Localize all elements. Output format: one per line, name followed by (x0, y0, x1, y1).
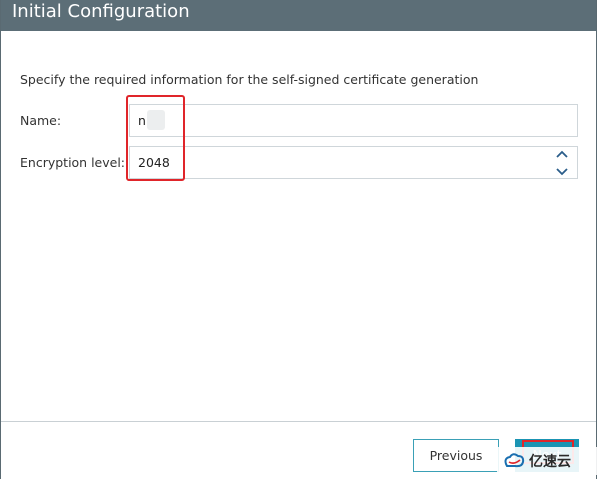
name-label: Name: (20, 113, 62, 128)
spinner-arrows (556, 150, 568, 176)
encryption-level-input[interactable]: 2048 (129, 146, 578, 179)
watermark: 亿速云 (497, 447, 597, 475)
chevron-up-icon (556, 150, 568, 158)
dialog-titlebar: Initial Configuration (1, 0, 596, 31)
chevron-down-icon (556, 168, 568, 176)
name-input[interactable]: ni (129, 104, 578, 137)
previous-button[interactable]: Previous (413, 439, 499, 472)
encryption-level-label: Encryption level: (20, 155, 126, 170)
dialog-title: Initial Configuration (12, 1, 190, 22)
footer-divider (1, 421, 596, 422)
annotation-highlight-box (126, 95, 185, 181)
cloud-logo-icon (504, 453, 525, 468)
form-description: Specify the required information for the… (20, 72, 479, 87)
watermark-text: 亿速云 (529, 454, 571, 470)
initial-configuration-dialog: Initial Configuration Specify the requir… (0, 0, 597, 479)
encryption-level-spinner[interactable] (555, 150, 569, 176)
